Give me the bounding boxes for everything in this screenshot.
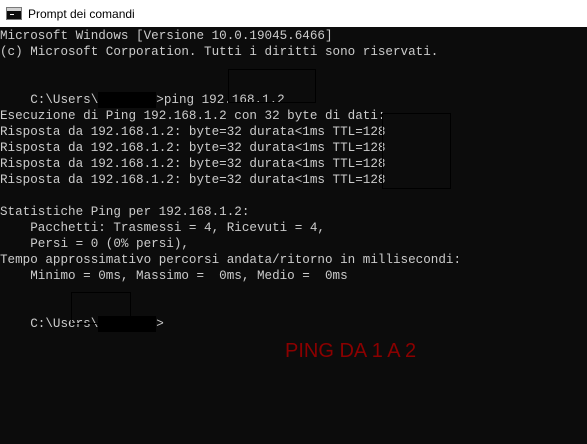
- prompt-path: C:\Users\: [30, 317, 99, 331]
- rtt-values: Minimo = 0ms, Massimo = 0ms, Medio = 0ms: [0, 269, 348, 283]
- reply-line: Risposta da 192.168.1.2: byte=32 durata<…: [0, 173, 386, 187]
- header-line-copyright: (c) Microsoft Corporation. Tutti i dirit…: [0, 45, 439, 59]
- reply-line: Risposta da 192.168.1.2: byte=32 durata<…: [0, 157, 386, 171]
- exec-line: Esecuzione di Ping 192.168.1.2 con 32 by…: [0, 109, 386, 123]
- stats-title: Statistiche Ping per 192.168.1.2:: [0, 205, 250, 219]
- prompt-caret: >: [156, 317, 164, 331]
- prompt-path: C:\Users\: [30, 93, 99, 107]
- ping-command: >ping 192.168.1.2: [156, 93, 285, 107]
- annotation-label: PING DA 1 A 2: [285, 340, 417, 362]
- reply-line: Risposta da 192.168.1.2: byte=32 durata<…: [0, 141, 386, 155]
- console-output[interactable]: Microsoft Windows [Versione 10.0.19045.6…: [0, 27, 587, 444]
- redacted-username: [98, 316, 157, 332]
- header-line-version: Microsoft Windows [Versione 10.0.19045.6…: [0, 29, 333, 43]
- stats-packets: Pacchetti: Trasmessi = 4, Ricevuti = 4,: [0, 221, 325, 235]
- reply-line: Risposta da 192.168.1.2: byte=32 durata<…: [0, 125, 386, 139]
- window-titlebar[interactable]: Prompt dei comandi: [0, 0, 587, 27]
- prompt-line-idle: C:\Users\ >: [0, 300, 164, 332]
- stats-lost: Persi = 0 (0% persi),: [0, 237, 189, 251]
- rtt-title: Tempo approssimativo percorsi andata/rit…: [0, 253, 462, 267]
- window-title: Prompt dei comandi: [28, 6, 135, 21]
- highlight-box-ttl: [382, 113, 451, 189]
- prompt-line-ping: C:\Users\ >ping 192.168.1.2: [0, 76, 285, 108]
- cmd-icon: [6, 7, 22, 20]
- redacted-username: [98, 92, 157, 108]
